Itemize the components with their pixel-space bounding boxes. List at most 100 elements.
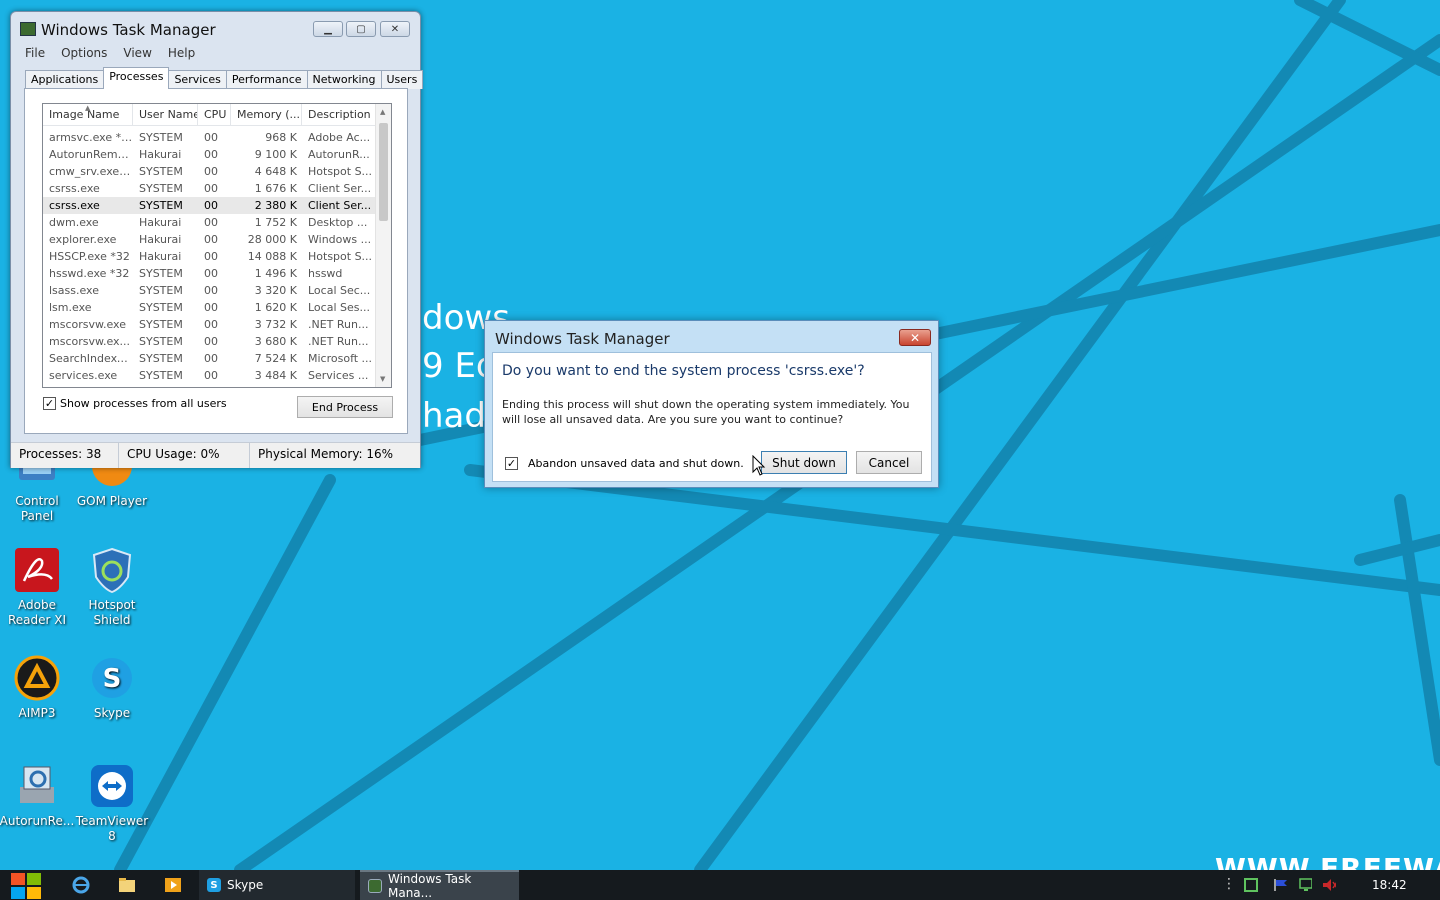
desktop-icon-hotspot-shield[interactable]: Hotspot Shield (74, 546, 150, 628)
cell-memory: 968 K (265, 131, 297, 144)
scroll-down-icon[interactable]: ▼ (380, 375, 385, 383)
process-row[interactable]: AutorunRemo... Hakurai 00 9 100 K AutorunR..… (43, 146, 377, 163)
process-row[interactable]: explorer.exe Hakurai 00 28 000 K Windows ... (43, 231, 377, 248)
process-row[interactable]: dwm.exe Hakurai 00 1 752 K Desktop ... (43, 214, 377, 231)
process-row[interactable]: mscorsvw.ex... SYSTEM 00 3 680 K .NET Run... (43, 333, 377, 350)
close-icon: ✕ (390, 23, 400, 35)
clock[interactable]: 18:42 (1372, 878, 1407, 892)
desktop-icon-adobe-reader[interactable]: Adobe Reader XI (0, 546, 75, 628)
taskbar-button-skype[interactable]: S Skype (199, 870, 355, 900)
action-center-flag-icon[interactable] (1273, 878, 1287, 892)
task-manager-app-icon (20, 22, 36, 36)
tab-performance[interactable]: Performance (225, 70, 308, 89)
cell-cpu: 00 (204, 216, 218, 229)
scroll-up-icon[interactable]: ▲ (380, 108, 385, 116)
cell-user-name: SYSTEM (139, 318, 183, 331)
menu-help[interactable]: Help (160, 44, 203, 62)
process-row[interactable]: mscorsvw.exe SYSTEM 00 3 732 K .NET Run... (43, 316, 377, 333)
volume-muted-icon[interactable] (1322, 878, 1336, 892)
menu-view[interactable]: View (115, 44, 159, 62)
network-icon[interactable] (1298, 878, 1312, 892)
cell-cpu: 00 (204, 267, 218, 280)
dialog-body: Do you want to end the system process 'c… (492, 352, 932, 482)
desktop-icon-skype[interactable]: S Skype (74, 654, 150, 721)
cell-memory: 1 676 K (254, 182, 297, 195)
dialog-titlebar[interactable]: Windows Task Manager ✕ (485, 321, 938, 349)
cell-description: AutorunR... (308, 148, 370, 161)
cell-description: Desktop ... (308, 216, 368, 229)
status-processes: Processes: 38 (11, 443, 119, 468)
process-row[interactable]: cmw_srv.exe ... SYSTEM 00 4 648 K Hotspot S.… (43, 163, 377, 180)
cell-description: Microsoft ... (308, 352, 373, 365)
menu-file[interactable]: File (17, 44, 53, 62)
process-row[interactable]: csrss.exe SYSTEM 00 1 676 K Client Ser... (43, 180, 377, 197)
dialog-close-button[interactable]: ✕ (899, 329, 931, 346)
desktop-icon-autorun[interactable]: AutorunRe... (0, 762, 75, 829)
tab-applications[interactable]: Applications (25, 70, 105, 89)
task-manager-titlebar[interactable]: Windows Task Manager ▁ ▢ ✕ (11, 12, 420, 42)
end-process-button[interactable]: End Process (297, 396, 393, 418)
process-row[interactable]: HSSCP.exe *32 Hakurai 00 14 088 K Hotspot S.… (43, 248, 377, 265)
adobe-reader-icon (13, 546, 61, 594)
cell-memory: 28 000 K (247, 233, 297, 246)
cell-description: Windows ... (308, 233, 372, 246)
desktop-icon-teamviewer[interactable]: TeamViewer 8 (74, 762, 150, 844)
cell-memory: 3 680 K (254, 335, 297, 348)
tab-services[interactable]: Services (168, 70, 227, 89)
skype-icon: S (207, 878, 221, 892)
taskbar-button-task-manager[interactable]: Windows Task Mana... (360, 870, 519, 900)
cancel-button[interactable]: Cancel (856, 451, 922, 474)
process-list-header: ▲ Image Name User Name CPU Memory (... De… (43, 104, 377, 126)
cell-image-name: explorer.exe (49, 233, 117, 246)
minimize-button[interactable]: ▁ (313, 21, 343, 37)
show-hidden-icons-icon[interactable]: ⋮ (1222, 876, 1236, 892)
column-cpu[interactable]: CPU (198, 104, 231, 126)
process-row[interactable]: armsvc.exe *32 SYSTEM 00 968 K Adobe Ac... (43, 129, 377, 146)
cell-cpu: 00 (204, 148, 218, 161)
cell-user-name: SYSTEM (139, 284, 183, 297)
abandon-data-option[interactable]: ✓ Abandon unsaved data and shut down. (505, 457, 744, 470)
menu-bar: File Options View Help (17, 44, 203, 62)
show-all-users-option[interactable]: ✓ Show processes from all users (43, 397, 227, 410)
start-button[interactable] (10, 872, 42, 900)
cell-cpu: 00 (204, 165, 218, 178)
shut-down-button[interactable]: Shut down (761, 451, 847, 474)
show-all-users-checkbox[interactable]: ✓ (43, 397, 56, 410)
tray-app-icon[interactable] (1244, 878, 1258, 892)
process-row[interactable]: lsm.exe SYSTEM 00 1 620 K Local Ses... (43, 299, 377, 316)
processes-panel: ▲ Image Name User Name CPU Memory (... De… (24, 88, 408, 434)
maximize-button[interactable]: ▢ (346, 21, 376, 37)
media-player-icon[interactable] (162, 875, 184, 895)
show-all-users-label: Show processes from all users (60, 397, 227, 410)
close-button[interactable]: ✕ (380, 21, 410, 37)
desktop-icon-label: Skype (93, 706, 131, 720)
cell-description: .NET Run... (308, 335, 369, 348)
process-row[interactable]: SearchIndexe... SYSTEM 00 7 524 K Microsoft … (43, 350, 377, 367)
menu-options[interactable]: Options (53, 44, 115, 62)
file-explorer-icon[interactable] (116, 875, 138, 895)
tab-users[interactable]: Users (380, 70, 424, 89)
autorun-icon (13, 762, 61, 810)
column-image-name[interactable]: ▲ Image Name (43, 104, 133, 126)
column-user-name[interactable]: User Name (133, 104, 198, 126)
internet-explorer-icon[interactable] (70, 875, 92, 895)
process-row[interactable]: services.exe SYSTEM 00 3 484 K Services ... (43, 367, 377, 384)
cell-cpu: 00 (204, 335, 218, 348)
cell-image-name: lsass.exe (49, 284, 99, 297)
process-row[interactable]: csrss.exe SYSTEM 00 2 380 K Client Ser... (43, 197, 377, 214)
cell-image-name: mscorsvw.ex... (49, 335, 131, 348)
scroll-thumb[interactable] (379, 123, 388, 221)
vertical-scrollbar[interactable]: ▲ ▼ (375, 104, 391, 387)
process-row[interactable]: hsswd.exe *32 SYSTEM 00 1 496 K hsswd (43, 265, 377, 282)
column-description[interactable]: Description (302, 104, 377, 126)
cell-memory: 1 496 K (254, 267, 297, 280)
process-row[interactable]: lsass.exe SYSTEM 00 3 320 K Local Sec... (43, 282, 377, 299)
abandon-data-checkbox[interactable]: ✓ (505, 457, 518, 470)
tab-networking[interactable]: Networking (306, 70, 382, 89)
column-memory[interactable]: Memory (... (231, 104, 302, 126)
desktop-icon-aimp3[interactable]: AIMP3 (0, 654, 75, 721)
process-list[interactable]: ▲ Image Name User Name CPU Memory (... De… (42, 103, 392, 388)
cell-description: Client Ser... (308, 199, 372, 212)
cell-description: Hotspot S... (308, 165, 373, 178)
tab-processes[interactable]: Processes (103, 67, 170, 89)
